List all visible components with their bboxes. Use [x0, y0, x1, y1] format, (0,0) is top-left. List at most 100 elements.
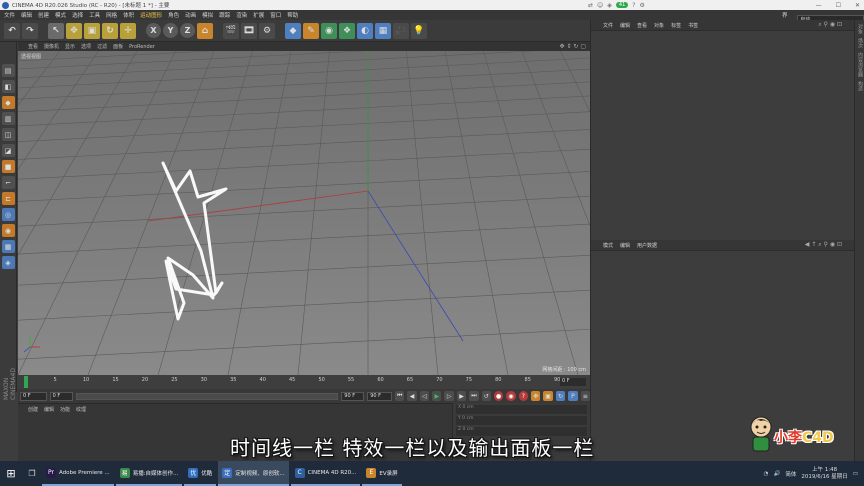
- attribute-tab-edit[interactable]: 编辑: [620, 242, 630, 249]
- taskbar-item-browser[interactable]: 定 定制视频、原创软...: [218, 461, 289, 486]
- menu-item-volume[interactable]: 体积: [123, 11, 134, 19]
- frame-range-slider[interactable]: [75, 392, 339, 400]
- menu-item-render[interactable]: 渲染: [236, 11, 247, 19]
- array-icon[interactable]: ❖: [339, 22, 355, 39]
- menu-item-window[interactable]: 窗口: [270, 11, 281, 19]
- prev-frame-icon[interactable]: ◁: [419, 391, 430, 401]
- maximize-button[interactable]: ☐: [836, 2, 841, 9]
- cube-icon[interactable]: ◆: [285, 22, 301, 39]
- redo-icon[interactable]: ↷: [22, 22, 38, 39]
- snap-icon[interactable]: ◎: [1, 208, 15, 221]
- attribute-nav-icons[interactable]: ◀ ↑ ⌕ ⚲ ◉ ⊡: [805, 241, 842, 249]
- key-position-icon[interactable]: ✥: [531, 391, 541, 401]
- next-frame-icon[interactable]: ▷: [444, 391, 454, 401]
- attribute-tab-mode[interactable]: 模式: [603, 242, 613, 249]
- help-icon[interactable]: ?: [632, 2, 635, 9]
- perspective-viewport[interactable]: 透视视图 网格间距 : 100 cm: [18, 51, 590, 375]
- timeline-menu-icon[interactable]: ≡: [580, 391, 590, 401]
- taskbar-item-ev-recorder[interactable]: E EV录屏: [362, 461, 402, 486]
- select-arrow-icon[interactable]: ↖: [48, 22, 64, 39]
- viewport-tab-view[interactable]: 查看: [28, 43, 38, 50]
- transform-icon[interactable]: ✛: [120, 22, 136, 39]
- workplane-lock-icon[interactable]: ◉: [1, 224, 15, 237]
- menu-item-select[interactable]: 选择: [72, 11, 83, 19]
- x-axis-button[interactable]: X: [146, 23, 161, 38]
- range-start-field[interactable]: 0 F: [49, 391, 73, 401]
- record-keyframe-icon[interactable]: ●: [493, 391, 504, 401]
- prev-key-icon[interactable]: ◀: [407, 391, 417, 401]
- menu-item-mode[interactable]: 模式: [55, 11, 66, 19]
- autokey-icon[interactable]: ◉: [506, 391, 516, 401]
- tray-ime-indicator[interactable]: 简体: [785, 470, 796, 478]
- loop-icon[interactable]: ↺: [481, 391, 491, 401]
- subdivision-icon[interactable]: ◉: [321, 22, 337, 39]
- go-to-end-icon[interactable]: ⏭: [469, 391, 479, 401]
- viewport-tab-display[interactable]: 显示: [65, 43, 75, 50]
- side-tab-structure[interactable]: 构造: [857, 81, 864, 91]
- render-settings-icon[interactable]: ⚙: [259, 22, 275, 39]
- notification-icon[interactable]: ▭: [853, 471, 858, 477]
- tray-clock[interactable]: 上午 1:48 2019/6/16 星期日: [801, 467, 847, 481]
- viewport-tab-filter[interactable]: 过滤: [97, 43, 107, 50]
- coord-row-y[interactable]: Y 0 cm: [456, 416, 587, 425]
- grid-icon[interactable]: ▦: [1, 240, 15, 253]
- menu-item-simulate[interactable]: 模拟: [202, 11, 213, 19]
- next-key-icon[interactable]: ▶: [456, 391, 467, 401]
- menu-item-animation[interactable]: 动画: [185, 11, 196, 19]
- axis-mode-icon[interactable]: ⌐: [1, 176, 15, 189]
- material-tab-edit[interactable]: 编辑: [44, 406, 54, 413]
- floor-icon[interactable]: ▦: [375, 22, 391, 39]
- translate-icon[interactable]: ⇄: [588, 2, 593, 9]
- windows-start-icon[interactable]: ⊞: [0, 461, 22, 486]
- timeline-ruler[interactable]: 051015202530354045505560657075808590 0 F: [18, 375, 590, 389]
- tweak-icon[interactable]: ⊏: [1, 192, 15, 205]
- range-end-field[interactable]: 90 F: [341, 391, 365, 401]
- attribute-tab-userdata[interactable]: 用户数据: [637, 242, 657, 249]
- workplane-icon[interactable]: ▥: [1, 112, 15, 125]
- polygons-mode-icon[interactable]: ■: [1, 160, 15, 173]
- task-view-icon[interactable]: ❐: [22, 461, 42, 486]
- make-editable-icon[interactable]: ▤: [1, 64, 15, 77]
- taskbar-item-premiere[interactable]: Pr Adobe Premiere ...: [42, 461, 114, 486]
- menu-item-extensions[interactable]: 扩展: [253, 11, 264, 19]
- material-tab-texture[interactable]: 纹理: [76, 406, 86, 413]
- object-tab-view[interactable]: 查看: [637, 22, 647, 29]
- move-icon[interactable]: ✥: [66, 22, 82, 39]
- object-tab-tags[interactable]: 标签: [671, 22, 681, 29]
- tray-network-icon[interactable]: ◔: [764, 471, 769, 477]
- undo-icon[interactable]: ↶: [4, 22, 20, 39]
- viewport-tab-prorender[interactable]: ProRender: [129, 44, 155, 50]
- menu-item-create[interactable]: 创建: [38, 11, 49, 19]
- render-picture-viewer-icon[interactable]: 🎞: [241, 22, 257, 39]
- taskbar-item-youku[interactable]: 优 优酷: [184, 461, 217, 486]
- viewport-tab-panel[interactable]: 面板: [113, 43, 123, 50]
- material-tab-function[interactable]: 功能: [60, 406, 70, 413]
- viewport-tab-options[interactable]: 选项: [81, 43, 91, 50]
- z-axis-button[interactable]: Z: [180, 23, 195, 38]
- coordinate-system-icon[interactable]: ⌂: [197, 22, 213, 39]
- coord-row-x[interactable]: X 0 cm: [456, 405, 587, 414]
- shield-icon[interactable]: ◈: [607, 2, 612, 9]
- key-scale-icon[interactable]: ▣: [543, 391, 553, 401]
- menu-item-help[interactable]: 帮助: [287, 11, 298, 19]
- rotate-icon[interactable]: ↻: [102, 22, 118, 39]
- side-tab-takes[interactable]: 场次: [857, 38, 864, 48]
- camera-icon[interactable]: 🎥: [393, 22, 409, 39]
- go-to-start-icon[interactable]: ⏮: [394, 391, 405, 401]
- keyframe-selection-icon[interactable]: ?: [518, 391, 529, 401]
- tray-volume-icon[interactable]: 🔊: [773, 471, 780, 477]
- solo-icon[interactable]: ◈: [1, 256, 15, 269]
- model-mode-icon[interactable]: ◧: [1, 80, 15, 93]
- menu-item-mograph[interactable]: 运动图形: [140, 11, 162, 19]
- deformer-icon[interactable]: ◐: [357, 22, 373, 39]
- viewport-nav-icons[interactable]: ✥ ⇕ ↻ ▢: [560, 43, 586, 50]
- points-mode-icon[interactable]: ◫: [1, 128, 15, 141]
- play-icon[interactable]: ▶: [432, 391, 442, 401]
- side-tab-content-browser[interactable]: 内容浏览器: [857, 52, 864, 77]
- key-rotation-icon[interactable]: ↻: [555, 391, 566, 401]
- key-param-icon[interactable]: P: [568, 391, 578, 401]
- object-tab-file[interactable]: 文件: [603, 22, 613, 29]
- render-view-icon[interactable]: 🎬: [223, 22, 239, 39]
- menu-item-mesh[interactable]: 网格: [106, 11, 117, 19]
- light-icon[interactable]: 💡: [411, 22, 427, 39]
